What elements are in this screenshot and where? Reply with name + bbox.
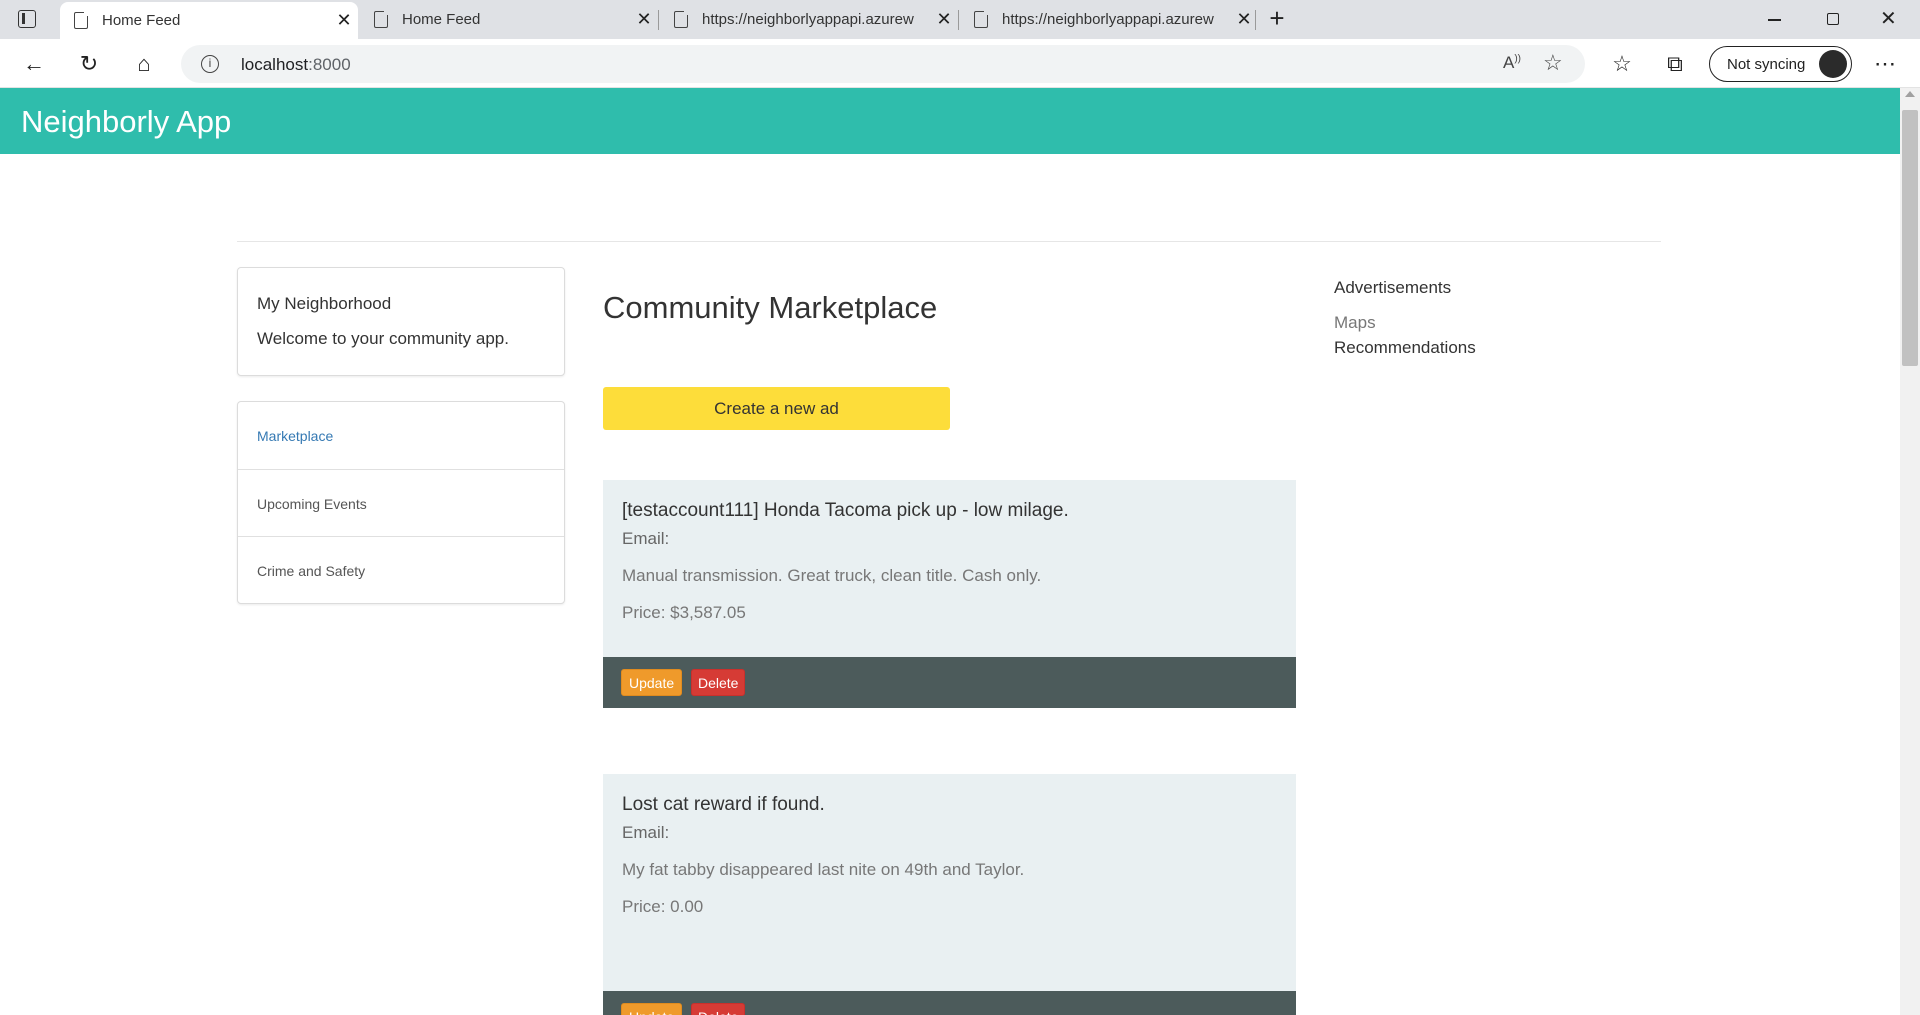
- sidebar-item-upcoming-events[interactable]: Upcoming Events: [238, 469, 564, 537]
- add-favorite-icon[interactable]: ☆: [1543, 50, 1563, 76]
- advertisements-heading: Advertisements: [1334, 278, 1452, 297]
- page-icon: [674, 10, 689, 28]
- create-ad-button[interactable]: Create a new ad: [603, 387, 950, 430]
- collections-icon[interactable]: ⧉: [1658, 47, 1692, 81]
- new-tab-icon[interactable]: +: [1262, 4, 1292, 34]
- page-icon: [974, 10, 989, 28]
- address-bar[interactable]: i localhost:8000 A)) ☆: [181, 45, 1585, 83]
- app-title[interactable]: Neighborly App: [21, 104, 231, 140]
- maps-link[interactable]: Maps: [1334, 313, 1376, 333]
- ad-email: Email:: [622, 823, 670, 842]
- scroll-thumb[interactable]: [1902, 110, 1918, 366]
- restore-icon[interactable]: [1827, 13, 1839, 25]
- delete-button[interactable]: Delete: [691, 669, 746, 696]
- tab-label: Home Feed: [102, 12, 181, 29]
- close-icon[interactable]: ✕: [330, 10, 358, 31]
- ad-title: [testaccount111] Honda Tacoma pick up - …: [622, 500, 1069, 521]
- page-scrollbar[interactable]: [1900, 88, 1920, 1015]
- app-header: Neighborly App: [0, 88, 1900, 154]
- ad-email: Email:: [622, 529, 670, 548]
- ad-card: Lost cat reward if found. Email: My fat …: [603, 774, 1296, 1015]
- site-info-icon[interactable]: i: [201, 55, 219, 73]
- delete-button[interactable]: Delete: [691, 1003, 746, 1015]
- ad-description: My fat tabby disappeared last nite on 49…: [622, 860, 1025, 879]
- page-icon: [74, 11, 89, 29]
- page-icon: [374, 10, 389, 28]
- ad-price: Price: 0.00: [622, 897, 704, 916]
- more-menu-icon[interactable]: ⋯: [1868, 47, 1902, 81]
- divider: [237, 241, 1661, 242]
- tab-home-feed-active[interactable]: Home Feed ✕: [60, 2, 358, 39]
- url-host: localhost: [241, 55, 309, 74]
- url-port: :8000: [308, 55, 351, 74]
- tab-neighborlyappapi-2[interactable]: https://neighborlyappapi.azurew ✕: [960, 0, 1258, 39]
- browser-toolbar: ← ↻ ⌂ i localhost:8000 A)) ☆ ☆ ⧉ Not syn…: [0, 39, 1920, 88]
- tab-divider: [1255, 10, 1256, 30]
- tab-divider: [958, 10, 959, 30]
- back-icon[interactable]: ←: [17, 47, 51, 81]
- ad-description: Manual transmission. Great truck, clean …: [622, 566, 1042, 585]
- ad-price: Price: $3,587.05: [622, 603, 746, 622]
- close-icon[interactable]: ✕: [1230, 9, 1258, 30]
- sidebar-nav: Marketplace Upcoming Events Crime and Sa…: [237, 401, 565, 604]
- scroll-up-icon[interactable]: [1905, 91, 1915, 97]
- welcome-text: Welcome to your community app.: [257, 329, 509, 348]
- tab-label: https://neighborlyappapi.azurew: [702, 11, 914, 28]
- close-icon[interactable]: ✕: [930, 9, 958, 30]
- profile-sync-button[interactable]: Not syncing: [1709, 46, 1852, 82]
- update-button[interactable]: Update: [621, 669, 683, 696]
- update-button[interactable]: Update: [621, 1003, 683, 1015]
- page-title: Community Marketplace: [603, 290, 938, 325]
- recommendations-link[interactable]: Recommendations: [1334, 338, 1476, 358]
- ad-title: Lost cat reward if found.: [622, 794, 825, 815]
- url-text[interactable]: localhost:8000: [241, 55, 351, 75]
- ad-footer: Update Delete: [603, 657, 1296, 708]
- read-aloud-icon[interactable]: A)): [1503, 53, 1521, 73]
- refresh-icon[interactable]: ↻: [72, 47, 106, 81]
- favorites-icon[interactable]: ☆: [1605, 47, 1639, 81]
- ad-footer: Update Delete: [603, 991, 1296, 1015]
- close-icon[interactable]: ✕: [630, 9, 658, 30]
- tab-home-feed[interactable]: Home Feed ✕: [360, 0, 658, 39]
- app-page: Neighborly App My Neighborhood Welcome t…: [0, 88, 1900, 1015]
- avatar: [1819, 50, 1847, 78]
- ad-card: [testaccount111] Honda Tacoma pick up - …: [603, 480, 1296, 708]
- tab-neighborlyappapi-1[interactable]: https://neighborlyappapi.azurew ✕: [660, 0, 958, 39]
- browser-tab-strip: Home Feed ✕ Home Feed ✕ https://neighbor…: [0, 0, 1920, 39]
- tab-label: Home Feed: [402, 11, 481, 28]
- panel-title: My Neighborhood: [257, 294, 392, 313]
- sync-label: Not syncing: [1727, 55, 1806, 73]
- sidebar-item-crime-and-safety[interactable]: Crime and Safety: [238, 536, 564, 604]
- neighborhood-panel: My Neighborhood Welcome to your communit…: [237, 267, 565, 376]
- sidebar-item-marketplace[interactable]: Marketplace: [238, 402, 564, 470]
- tab-divider: [658, 10, 659, 30]
- window-close-icon[interactable]: ✕: [1880, 6, 1897, 31]
- tab-label: https://neighborlyappapi.azurew: [1002, 11, 1214, 28]
- home-icon[interactable]: ⌂: [127, 47, 161, 81]
- tab-actions-icon[interactable]: [18, 10, 36, 28]
- minimize-icon[interactable]: [1768, 19, 1781, 21]
